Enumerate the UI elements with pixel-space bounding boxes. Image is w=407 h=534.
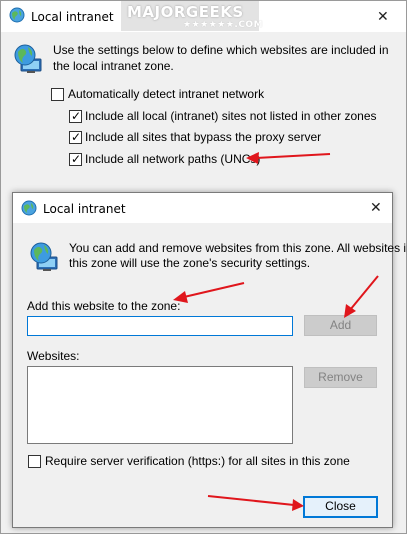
arrow-annotations bbox=[173, 275, 379, 511]
arrow-annotation-4 bbox=[207, 495, 304, 511]
arrow-annotation-2 bbox=[173, 282, 245, 303]
arrow-annotation-3 bbox=[344, 275, 379, 318]
